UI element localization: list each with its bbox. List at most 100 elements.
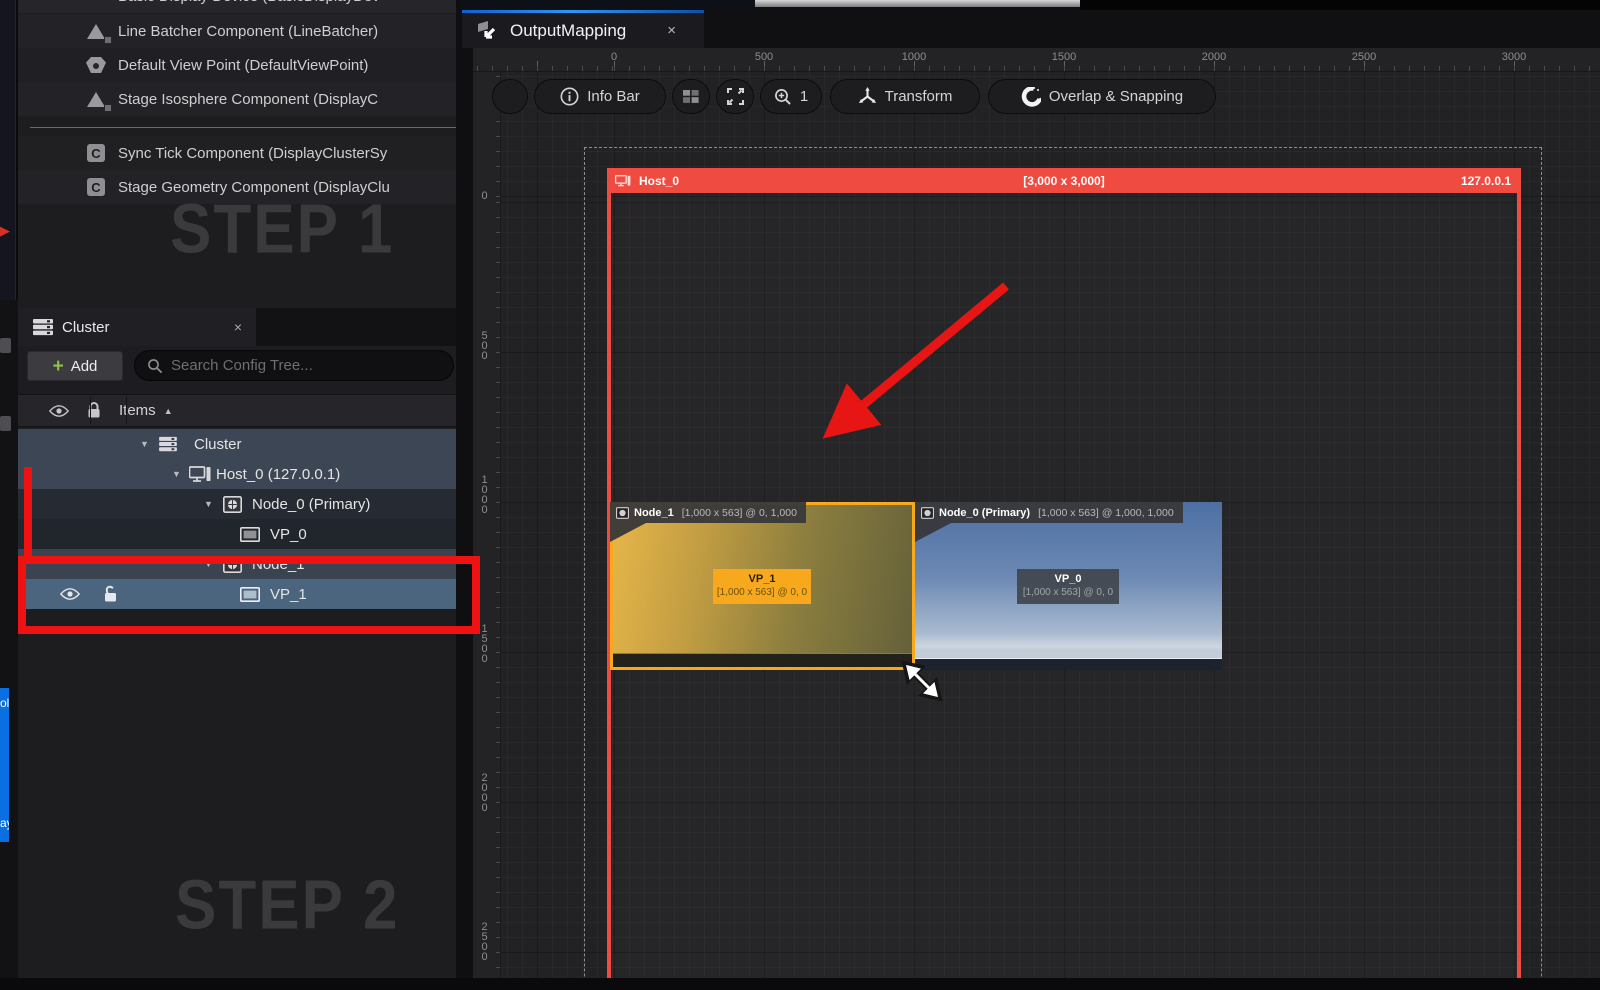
column-separator <box>90 397 91 424</box>
component-row[interactable]: C Sync Tick Component (DisplayClusterSy <box>18 136 456 170</box>
component-row[interactable]: Stage Isosphere Component (DisplayC <box>18 82 456 116</box>
zoom-level-button[interactable]: 1 <box>760 79 822 114</box>
host-icon <box>188 464 212 484</box>
add-button-label: Add <box>70 357 98 375</box>
search-input[interactable] <box>171 357 421 374</box>
cluster-toolbar: + Add <box>18 346 456 394</box>
vertical-ruler: 0 500 1000 1500 2000 2500 <box>473 72 501 978</box>
overlap-snapping-label: Overlap & Snapping <box>1048 88 1184 105</box>
hamburger-icon <box>502 91 518 103</box>
vp1-name: VP_1 <box>748 573 776 585</box>
cluster-tab[interactable]: Cluster × <box>18 308 256 346</box>
node0-geometry: [1,000 x 563] @ 1,000, 1,000 <box>1038 506 1174 519</box>
vp0-geometry: [1,000 x 563] @ 0, 0 <box>1022 587 1114 598</box>
ruler-label: 0 <box>610 51 618 63</box>
node1-header-bar[interactable]: Node_1 [1,000 x 563] @ 0, 1,000 <box>610 502 806 542</box>
expander-icon[interactable]: ▼ <box>140 439 149 449</box>
vp1-label-box[interactable]: VP_1 [1,000 x 563] @ 0, 0 <box>713 569 811 604</box>
vp0-label-box[interactable]: VP_0 [1,000 x 563] @ 0, 0 <box>1017 569 1119 604</box>
output-mapping-icon <box>478 20 496 39</box>
visibility-column-eye-icon <box>49 404 69 417</box>
ruler-label: 3000 <box>1501 51 1527 63</box>
tab-label: OutputMapping <box>510 20 627 40</box>
edge-icon-fragment <box>0 338 11 353</box>
component-row[interactable]: Default View Point (DefaultViewPoint) <box>18 48 456 82</box>
overlap-snapping-button[interactable]: Overlap & Snapping <box>988 79 1216 114</box>
ruler-label: 500 <box>754 51 774 63</box>
info-icon <box>560 87 579 106</box>
annotation-red-bar <box>24 467 32 557</box>
expander-icon[interactable]: ▼ <box>204 499 213 509</box>
node-app-icon <box>921 506 934 519</box>
ruler-label: 1000 <box>901 51 927 63</box>
tree-row-vp0[interactable]: VP_0 <box>18 519 456 549</box>
background-window-sliver <box>1080 0 1600 10</box>
isosphere-icon <box>84 89 112 112</box>
zoom-level-value: 1 <box>799 88 809 105</box>
view-point-icon <box>84 55 108 75</box>
expander-icon[interactable]: ▼ <box>172 469 181 479</box>
node-app-icon <box>616 506 629 519</box>
component-row-clipped[interactable]: Basic Display Device (BasicDisplayDev <box>18 0 456 13</box>
cluster-tab-row: Cluster × <box>18 308 456 346</box>
transform-label: Transform <box>884 88 953 105</box>
tree-label: Cluster <box>194 435 242 453</box>
ruler-label: 1500 <box>481 623 488 665</box>
output-mapping-canvas[interactable]: Host_0 [3,000 x 3,000] 127.0.0.1 Node_1 … <box>473 72 1600 978</box>
column-separator <box>126 397 127 424</box>
tab-output-mapping[interactable]: OutputMapping × <box>462 10 704 48</box>
search-icon <box>148 358 163 373</box>
panel-splitter[interactable] <box>456 0 473 990</box>
component-label: Line Batcher Component (LineBatcher) <box>118 22 379 40</box>
cluster-tab-close-icon[interactable]: × <box>234 319 242 335</box>
search-field[interactable] <box>134 350 454 381</box>
tree-label: VP_0 <box>270 525 307 543</box>
viewport-icon <box>238 524 262 544</box>
window-top-edge <box>462 0 1600 10</box>
vp1-geometry: [1,000 x 563] @ 0, 0 <box>716 587 808 598</box>
tree-row-node0[interactable]: ▼ Node_0 (Primary) <box>18 489 456 519</box>
canvas-menu-button[interactable] <box>492 79 528 114</box>
tab-close-icon[interactable]: × <box>667 22 676 39</box>
annotation-red-arrow <box>822 282 1009 439</box>
sort-ascending-icon: ▲ <box>163 405 173 416</box>
layout-view-button[interactable] <box>672 79 710 114</box>
ruler-label: 2000 <box>481 772 488 814</box>
annotation-red-rectangle <box>18 556 480 634</box>
component-label: Stage Isosphere Component (DisplayC <box>118 90 379 108</box>
items-header-row[interactable]: Items ▲ <box>18 394 456 427</box>
component-row[interactable]: Line Batcher Component (LineBatcher) <box>18 14 456 48</box>
node0-header-bar[interactable]: Node_0 (Primary) [1,000 x 563] @ 1,000, … <box>915 502 1183 542</box>
step2-watermark: STEP 2 <box>175 867 400 945</box>
ruler-label: 2000 <box>1201 51 1227 63</box>
clipped-text: ol <box>0 696 9 710</box>
zoom-plus-icon <box>774 88 791 105</box>
tree-row-cluster[interactable]: ▼ Cluster <box>18 429 456 459</box>
components-panel: Basic Display Device (BasicDisplayDev Li… <box>18 0 456 978</box>
info-bar-label: Info Bar <box>587 88 640 105</box>
fit-to-view-button[interactable] <box>716 79 754 114</box>
tree-row-host[interactable]: ▼ Host_0 (127.0.0.1) <box>18 459 456 489</box>
magnet-icon <box>1021 86 1041 107</box>
horizontal-ruler: 0 500 1000 1500 2000 2500 3000 <box>473 48 1600 72</box>
expand-icon <box>726 88 744 105</box>
node1-horizon-ground <box>613 653 912 667</box>
info-bar-button[interactable]: Info Bar <box>534 79 666 114</box>
ndisplay-config-editor: ▶ ol ay Basic Display Device (BasicDispl… <box>0 0 1600 990</box>
ruler-label: 500 <box>481 330 488 362</box>
ruler-label: 0 <box>481 190 488 202</box>
transform-button[interactable]: Transform <box>830 79 980 114</box>
background-window-blue-strip: ol ay <box>0 688 9 842</box>
resize-cursor-icon <box>901 660 943 702</box>
host-header-bar[interactable]: Host_0 [3,000 x 3,000] 127.0.0.1 <box>607 168 1521 193</box>
line-batcher-icon <box>84 21 112 44</box>
plus-icon: + <box>52 355 64 377</box>
background-column <box>0 300 18 990</box>
component-label: Default View Point (DefaultViewPoint) <box>118 56 369 74</box>
add-button[interactable]: + Add <box>27 351 123 381</box>
cluster-node-icon <box>156 434 180 454</box>
sync-tick-icon: C <box>84 143 108 163</box>
component-label: Sync Tick Component (DisplayClusterSy <box>118 144 388 162</box>
node0-horizon-ground <box>915 658 1222 670</box>
node1-geometry: [1,000 x 563] @ 0, 1,000 <box>681 506 797 519</box>
